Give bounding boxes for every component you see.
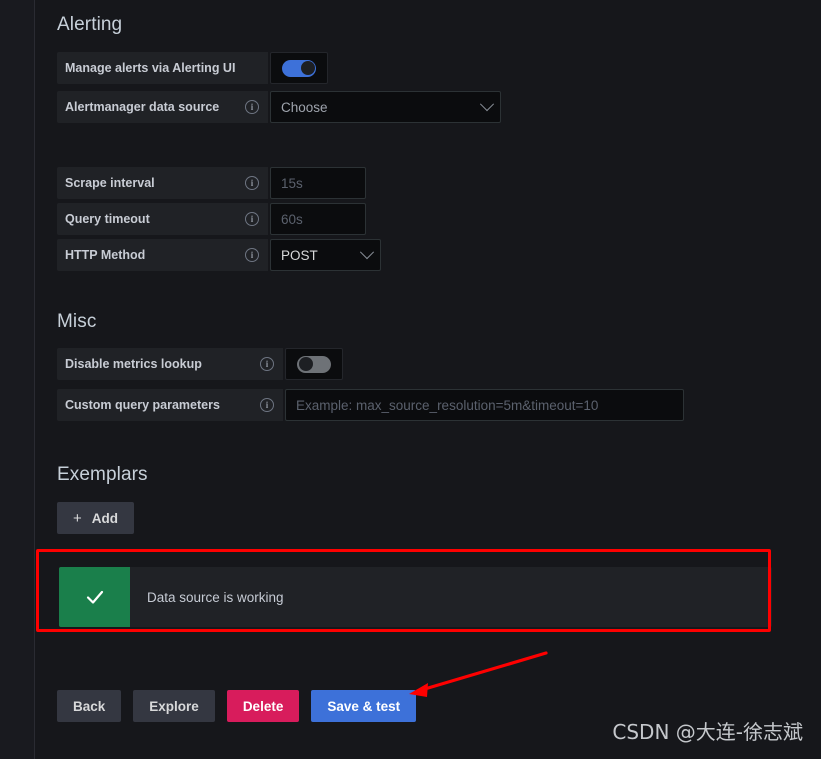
input-scrape-interval[interactable]: 15s xyxy=(270,167,366,199)
watermark-text: CSDN @大连-徐志斌 xyxy=(612,720,803,744)
info-circle-icon[interactable]: i xyxy=(245,212,259,226)
label-text: Custom query parameters xyxy=(65,398,220,412)
label-disable-metrics-lookup: Disable metrics lookup i xyxy=(57,348,283,380)
label-text: Alertmanager data source xyxy=(65,100,220,114)
select-value: POST xyxy=(281,247,318,263)
add-button-label: Add xyxy=(91,510,119,526)
input-custom-query-parameters[interactable]: Example: max_source_resolution=5m&timeou… xyxy=(285,389,684,421)
datasource-test-result-alert: Data source is working xyxy=(59,567,772,627)
delete-button[interactable]: Delete xyxy=(226,690,300,722)
info-circle-icon[interactable]: i xyxy=(245,100,259,114)
info-circle-icon[interactable]: i xyxy=(245,248,259,262)
save-and-test-button[interactable]: Save & test xyxy=(311,690,417,722)
switch-knob xyxy=(300,61,315,75)
switch-knob xyxy=(298,357,313,371)
check-icon xyxy=(59,567,130,627)
field-row-custom-query-parameters: Custom query parameters i Example: max_s… xyxy=(57,389,684,421)
explore-button[interactable]: Explore xyxy=(133,690,215,722)
datasource-settings-panel: Alerting Manage alerts via Alerting UI A… xyxy=(35,0,821,759)
plus-icon: + xyxy=(73,509,82,527)
select-http-method[interactable]: POST xyxy=(270,239,381,271)
toggle-disable-metrics-lookup[interactable] xyxy=(285,348,343,380)
label-text: Manage alerts via Alerting UI xyxy=(65,61,236,75)
input-placeholder: Example: max_source_resolution=5m&timeou… xyxy=(296,397,599,413)
input-placeholder: 60s xyxy=(281,211,303,227)
field-row-disable-metrics-lookup: Disable metrics lookup i xyxy=(57,348,343,380)
toggle-manage-alerts[interactable] xyxy=(270,52,328,84)
chevron-down-icon xyxy=(479,97,495,112)
alert-message: Data source is working xyxy=(147,589,284,605)
label-manage-alerts: Manage alerts via Alerting UI xyxy=(57,52,268,84)
info-circle-icon[interactable]: i xyxy=(245,176,259,190)
select-alertmanager-data-source[interactable]: Choose xyxy=(270,91,501,123)
label-query-timeout: Query timeout i xyxy=(57,203,268,235)
label-http-method: HTTP Method i xyxy=(57,239,268,271)
switch-track[interactable] xyxy=(282,59,316,77)
info-circle-icon[interactable]: i xyxy=(260,398,274,412)
field-row-query-timeout: Query timeout i 60s xyxy=(57,203,366,235)
footer-button-bar: Back Explore Delete Save & test xyxy=(57,690,417,722)
label-text: Query timeout xyxy=(65,212,150,226)
label-text: Scrape interval xyxy=(65,176,155,190)
info-circle-icon[interactable]: i xyxy=(260,357,274,371)
label-scrape-interval: Scrape interval i xyxy=(57,167,268,199)
label-alertmanager-data-source: Alertmanager data source i xyxy=(57,91,268,123)
label-custom-query-parameters: Custom query parameters i xyxy=(57,389,283,421)
label-text: Disable metrics lookup xyxy=(65,357,202,371)
section-title-alerting: Alerting xyxy=(57,14,123,35)
back-button[interactable]: Back xyxy=(57,690,122,722)
field-row-scrape-interval: Scrape interval i 15s xyxy=(57,167,366,199)
field-row-manage-alerts: Manage alerts via Alerting UI xyxy=(57,52,328,84)
select-value: Choose xyxy=(281,99,328,115)
field-row-alertmanager: Alertmanager data source i Choose xyxy=(57,91,501,123)
label-text: HTTP Method xyxy=(65,248,146,262)
section-title-misc: Misc xyxy=(57,311,97,332)
add-exemplar-button[interactable]: + Add xyxy=(57,502,135,534)
input-placeholder: 15s xyxy=(281,175,303,191)
input-query-timeout[interactable]: 60s xyxy=(270,203,366,235)
left-gutter xyxy=(0,0,34,759)
field-row-http-method: HTTP Method i POST xyxy=(57,239,381,271)
switch-track[interactable] xyxy=(297,355,331,373)
section-title-exemplars: Exemplars xyxy=(57,464,148,485)
chevron-down-icon xyxy=(359,245,375,260)
